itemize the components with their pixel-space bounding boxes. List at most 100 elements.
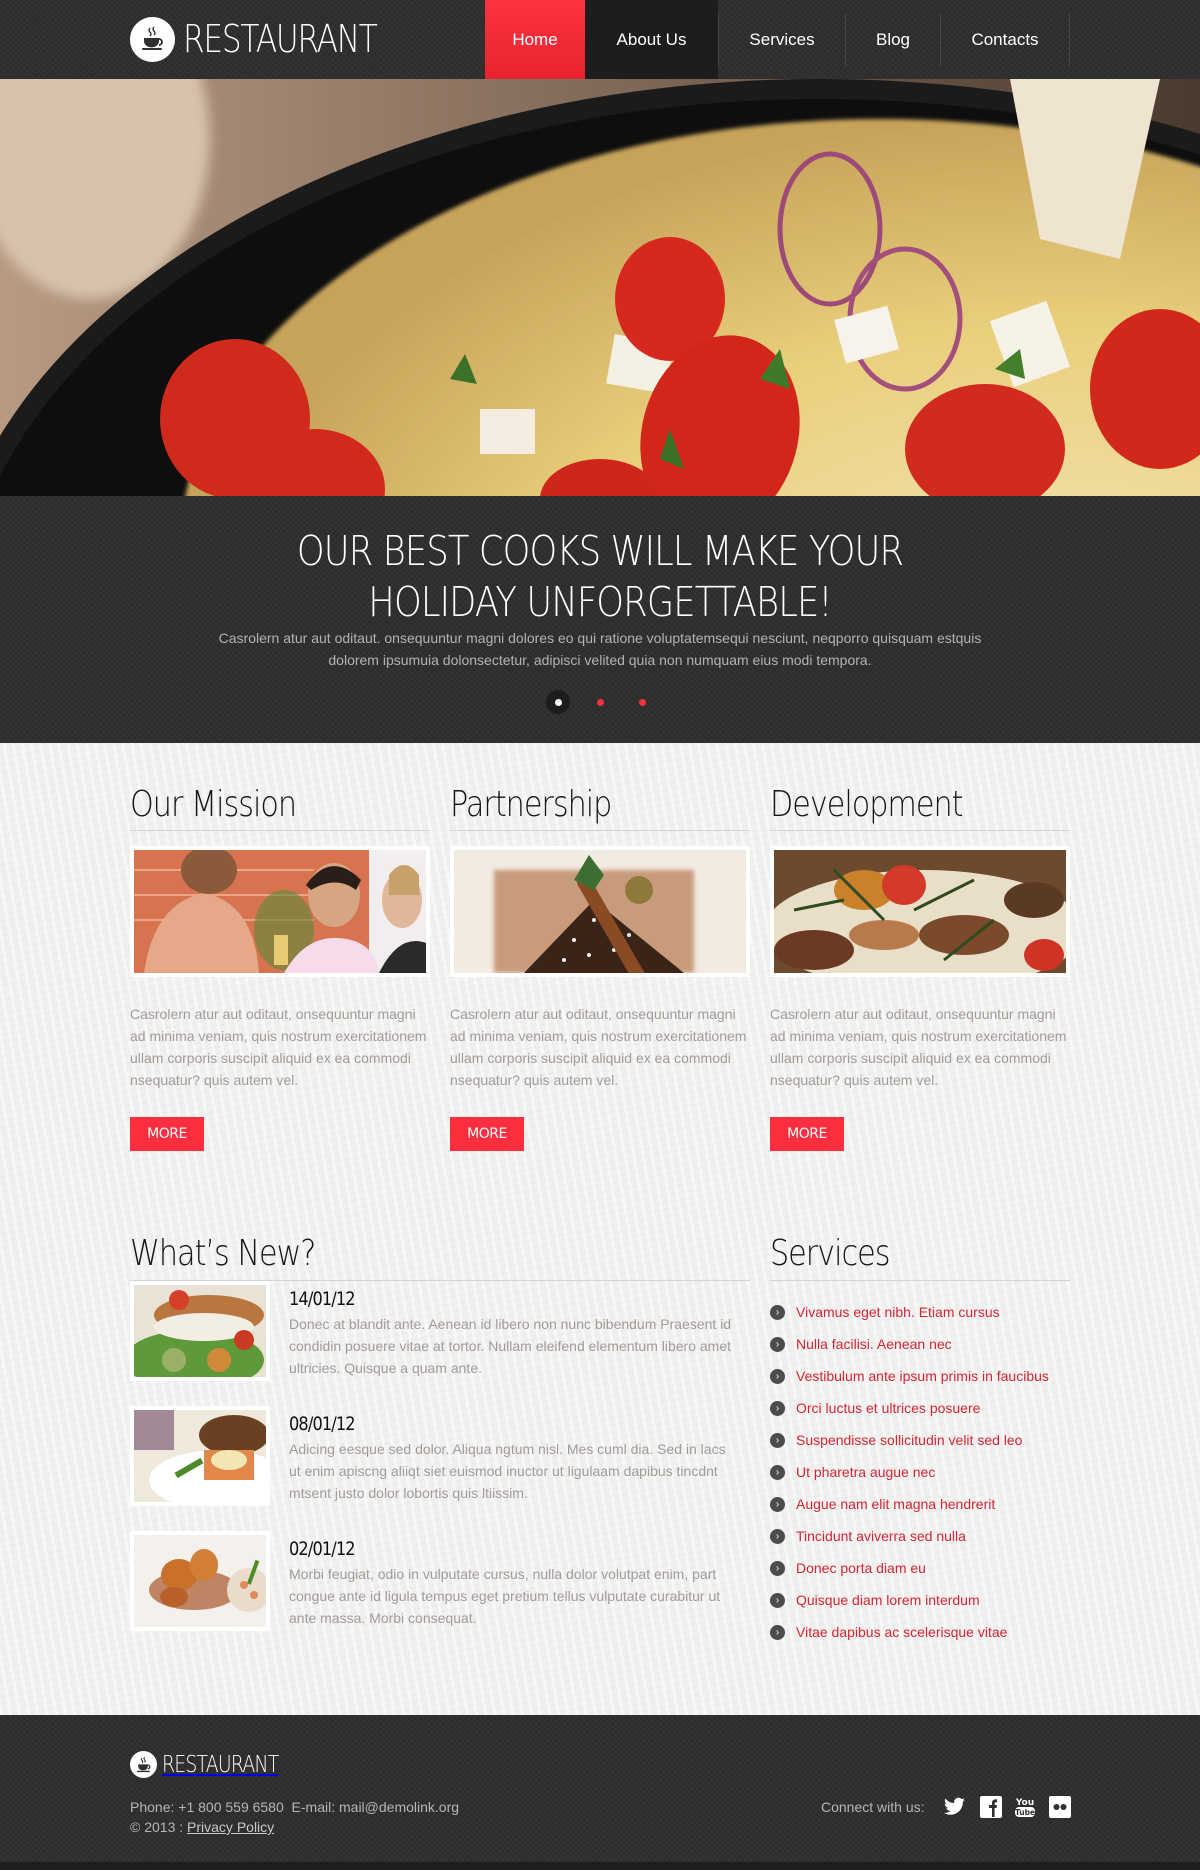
service-link[interactable]: Orci luctus et ultrices posuere bbox=[796, 1400, 980, 1416]
couple-toasting-photo bbox=[134, 850, 426, 973]
omelette-pan-photo bbox=[0, 79, 1200, 496]
service-link[interactable]: Vitae dapibus ac scelerisque vitae bbox=[796, 1624, 1007, 1640]
feature-title: Our Mission bbox=[130, 784, 297, 825]
feature-text: Casrolern atur aut oditaut, onsequuntur … bbox=[770, 1006, 1067, 1088]
service-link[interactable]: Donec porta diam eu bbox=[796, 1560, 926, 1576]
feature-image-frame bbox=[770, 846, 1070, 977]
feature-image-frame bbox=[450, 846, 750, 977]
section-title: What’s New? bbox=[130, 1233, 316, 1274]
footer-contact-line: Phone: +1 800 559 6580 E-mail: mail@demo… bbox=[130, 1799, 459, 1815]
chevron-right-icon: › bbox=[770, 1432, 785, 1448]
chevron-right-icon: › bbox=[770, 1528, 785, 1544]
chevron-right-icon: › bbox=[770, 1592, 785, 1608]
service-item: › Donec porta diam eu bbox=[770, 1552, 1070, 1584]
feature-development: Development Casrolern atur aut oditaut, … bbox=[770, 783, 1070, 1151]
more-button[interactable]: MORE bbox=[770, 1117, 844, 1151]
section-title: Services bbox=[770, 1233, 890, 1274]
hero-text: Casrolern atur aut oditaut. onsequuntur … bbox=[218, 630, 982, 668]
chevron-right-icon: › bbox=[770, 1400, 785, 1416]
service-link[interactable]: Tincidunt aviverra sed nulla bbox=[796, 1528, 966, 1544]
nav-blog[interactable]: Blog bbox=[846, 0, 940, 79]
slider-dot-3[interactable] bbox=[630, 690, 654, 714]
chevron-right-icon: › bbox=[770, 1496, 785, 1512]
news-date: 08/01/12 bbox=[289, 1413, 356, 1435]
service-item: › Nulla facilisi. Aenean nec bbox=[770, 1328, 1070, 1360]
feature-text: Casrolern atur aut oditaut, onsequuntur … bbox=[450, 1006, 747, 1088]
feature-our-mission: Our Mission Casrolern atur aut oditaut, … bbox=[130, 783, 430, 1151]
service-link[interactable]: Vivamus eget nibh. Etiam cursus bbox=[796, 1304, 1000, 1320]
hero-title-line: OUR BEST COOKS WILL MAKE YOUR bbox=[296, 527, 904, 575]
service-item: › Vestibulum ante ipsum primis in faucibu… bbox=[770, 1360, 1070, 1392]
divider bbox=[450, 830, 750, 831]
twitter-icon[interactable] bbox=[943, 1795, 966, 1818]
more-button[interactable]: MORE bbox=[130, 1117, 204, 1151]
chocolate-dessert-photo bbox=[454, 850, 746, 973]
chevron-right-icon: › bbox=[770, 1624, 785, 1640]
facebook-icon[interactable] bbox=[979, 1795, 1002, 1818]
youtube-icon[interactable]: You Tube bbox=[1013, 1795, 1036, 1818]
flickr-icon[interactable] bbox=[1048, 1795, 1071, 1818]
phone-number: +1 800 559 6580 bbox=[178, 1799, 284, 1815]
hero-title-line: HOLIDAY UNFORGETTABLE! bbox=[368, 578, 832, 626]
service-item: › Vitae dapibus ac scelerisque vitae bbox=[770, 1616, 1070, 1648]
news-text: Donec at blandit ante. Aenean id libero … bbox=[289, 1316, 732, 1376]
site-footer: RESTAURANT Phone: +1 800 559 6580 E-mail… bbox=[0, 1715, 1200, 1862]
service-item: › Vivamus eget nibh. Etiam cursus bbox=[770, 1296, 1070, 1328]
nav-home[interactable]: Home bbox=[485, 0, 585, 79]
service-item: › Suspendisse sollicitudin velit sed leo bbox=[770, 1424, 1070, 1456]
shrimp-plate-photo[interactable] bbox=[130, 1531, 271, 1631]
nav-divider bbox=[1069, 14, 1070, 66]
nav-about-us[interactable]: About Us bbox=[585, 0, 718, 79]
service-link[interactable]: Nulla facilisi. Aenean nec bbox=[796, 1336, 952, 1352]
service-link[interactable]: Vestibulum ante ipsum primis in faucibus bbox=[796, 1368, 1049, 1384]
news-item: 02/01/12 Morbi feugiat, odio in vulputat… bbox=[130, 1531, 750, 1656]
grilled-meat-plate-photo[interactable] bbox=[130, 1406, 289, 1510]
nav-contacts[interactable]: Contacts bbox=[941, 0, 1069, 79]
service-link[interactable]: Ut pharetra augue nec bbox=[796, 1464, 935, 1480]
mushroom-dish-photo bbox=[774, 850, 1066, 973]
fish-salad-photo[interactable] bbox=[124, 1281, 270, 1390]
service-item: › Augue nam elit magna hendrerit bbox=[770, 1488, 1070, 1520]
service-link[interactable]: Quisque diam lorem interdum bbox=[796, 1592, 980, 1608]
bottom-strip bbox=[0, 1862, 1200, 1870]
slider-dot-1[interactable] bbox=[546, 690, 570, 714]
nav-services[interactable]: Services bbox=[719, 0, 845, 79]
chevron-right-icon: › bbox=[770, 1304, 785, 1320]
site-header: RESTAURANT Home About Us Services Blog C… bbox=[0, 0, 1200, 79]
chevron-right-icon: › bbox=[770, 1464, 785, 1480]
email-label: E-mail: bbox=[291, 1799, 336, 1815]
services-section: Services › Vivamus eget nibh. Etiam cursu… bbox=[770, 1228, 1070, 1648]
service-link[interactable]: Augue nam elit magna hendrerit bbox=[796, 1496, 995, 1512]
coffee-cup-icon bbox=[130, 1751, 157, 1778]
phone-label: Phone: bbox=[130, 1799, 175, 1815]
feature-partnership: Partnership Casrolern atur aut oditaut, … bbox=[450, 783, 750, 1151]
footer-logo-text: RESTAURANT bbox=[162, 1751, 279, 1778]
service-link[interactable]: Suspendisse sollicitudin velit sed leo bbox=[796, 1432, 1022, 1448]
service-item: › Orci luctus et ultrices posuere bbox=[770, 1392, 1070, 1424]
whats-new-section: What’s New? 14/01/12 Donec at blandit an… bbox=[124, 1228, 750, 1656]
svg-text:You: You bbox=[1014, 1798, 1033, 1808]
hero-slide-image bbox=[0, 79, 1200, 496]
main-nav: Home About Us Services Blog Contacts bbox=[485, 0, 1070, 79]
more-button[interactable]: MORE bbox=[450, 1117, 524, 1151]
services-list: › Vivamus eget nibh. Etiam cursus › Nulla … bbox=[770, 1296, 1070, 1648]
feature-title: Development bbox=[770, 784, 963, 825]
connect-label: Connect with us: bbox=[821, 1799, 925, 1815]
slider-pagination bbox=[0, 690, 1200, 714]
news-date: 14/01/12 bbox=[289, 1288, 356, 1310]
divider bbox=[770, 830, 1070, 831]
service-item: › Tincidunt aviverra sed nulla bbox=[770, 1520, 1070, 1552]
divider bbox=[770, 1280, 1070, 1281]
news-item: 08/01/12 Adicing eesque sed dolor. Aliqu… bbox=[130, 1406, 750, 1531]
logo-link[interactable]: RESTAURANT bbox=[130, 16, 419, 62]
footer-logo-link[interactable]: RESTAURANT bbox=[130, 1751, 304, 1778]
privacy-policy-link[interactable]: Privacy Policy bbox=[187, 1819, 274, 1835]
news-text: Morbi feugiat, odio in vulputate cursus,… bbox=[289, 1566, 721, 1626]
news-text: Adicing eesque sed dolor. Aliqua ngtum n… bbox=[289, 1441, 726, 1501]
feature-title: Partnership bbox=[450, 784, 612, 825]
feature-text: Casrolern atur aut oditaut, onsequuntur … bbox=[130, 1006, 427, 1088]
service-item: › Quisque diam lorem interdum bbox=[770, 1584, 1070, 1616]
chevron-right-icon: › bbox=[770, 1560, 785, 1576]
slider-dot-2[interactable] bbox=[588, 690, 612, 714]
main-content: Our Mission Casrolern atur aut oditaut, … bbox=[0, 743, 1200, 1715]
